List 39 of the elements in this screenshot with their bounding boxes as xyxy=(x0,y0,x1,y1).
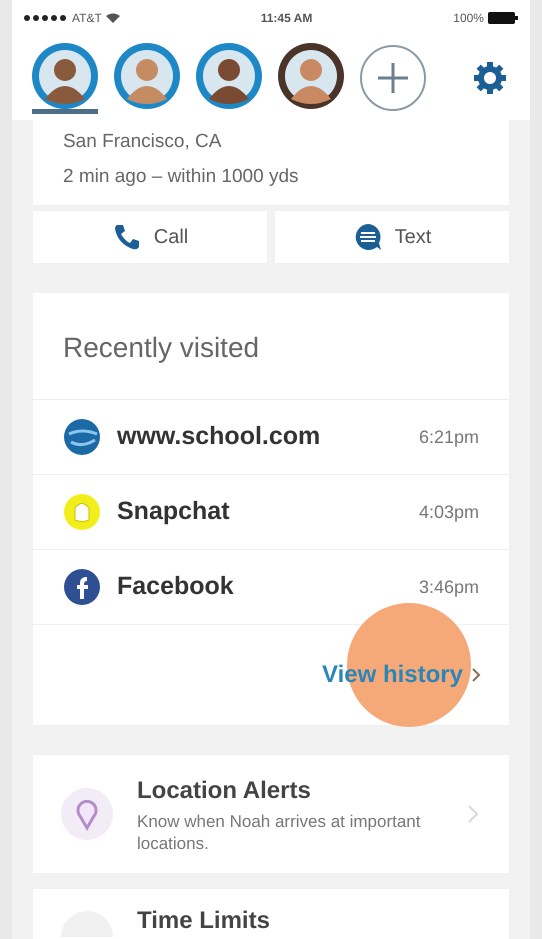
location-place: San Francisco, CA xyxy=(63,130,222,154)
chat-bubble-icon xyxy=(352,222,383,252)
settings-icon xyxy=(472,60,508,96)
globe-icon xyxy=(63,418,101,456)
chevron-icon xyxy=(471,667,481,683)
avatar-icon xyxy=(32,42,98,109)
clock-time: 11:45 AM xyxy=(260,10,312,28)
location-pin-icon xyxy=(61,788,113,840)
carrier-name: AT&T xyxy=(72,10,102,28)
visit-time: 3:46pm xyxy=(418,576,479,599)
section-title: Recently visited xyxy=(33,293,509,400)
battery-icon xyxy=(488,12,518,24)
plus-icon xyxy=(376,61,410,96)
avatar-icon xyxy=(278,42,344,109)
location-detail: 2 min ago – within 1000 yds xyxy=(63,164,300,188)
visit-time: 4:03pm xyxy=(418,500,479,524)
profile-tab[interactable] xyxy=(32,42,98,114)
wifi-icon xyxy=(106,13,120,24)
call-button[interactable]: Call xyxy=(33,211,267,263)
avatar-icon xyxy=(196,42,262,109)
visited-row[interactable]: Snapchat 4:03pm xyxy=(33,475,509,550)
site-name: www.school.com xyxy=(117,421,320,452)
signal-icon xyxy=(24,15,68,22)
feature-title: Time Limits xyxy=(137,906,270,936)
visited-row[interactable]: www.school.com 6:21pm xyxy=(33,400,509,475)
feature-description: Know when Noah arrives at important locations. xyxy=(137,811,422,855)
add-profile-button[interactable] xyxy=(360,45,426,112)
feature-title: Location Alerts xyxy=(137,776,312,806)
text-button[interactable]: Text xyxy=(275,211,509,263)
feature-card[interactable]: Location Alerts Know when Noah arrives at important locations. xyxy=(33,755,509,873)
feature-card[interactable]: Time Limits xyxy=(33,889,509,939)
avatar-icon xyxy=(114,42,180,109)
battery-percent: 100% xyxy=(453,10,484,28)
facebook-icon xyxy=(63,568,101,606)
chevron-icon xyxy=(467,804,479,824)
site-name: Facebook xyxy=(117,571,234,602)
site-name: Snapchat xyxy=(117,496,230,528)
ghost-icon xyxy=(63,493,101,531)
visit-time: 6:21pm xyxy=(418,426,479,449)
